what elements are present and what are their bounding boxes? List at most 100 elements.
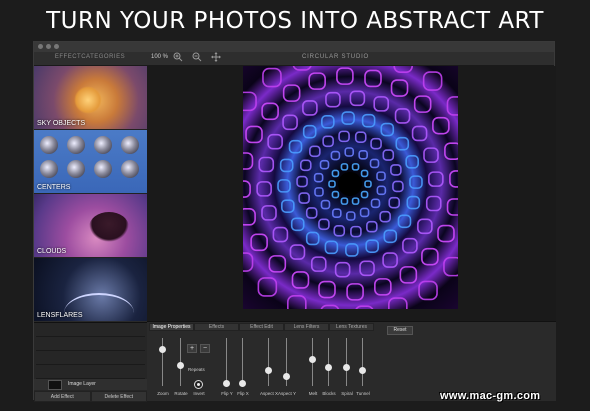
center-thumbnail bbox=[94, 160, 112, 178]
layer-slot[interactable] bbox=[36, 365, 145, 379]
zoom-window-button[interactable] bbox=[54, 44, 59, 49]
center-thumbnail bbox=[94, 136, 112, 154]
art-shape bbox=[277, 179, 291, 193]
tree-thumbnail bbox=[89, 212, 129, 242]
slider-track[interactable] bbox=[268, 338, 269, 386]
reset-button[interactable]: Reset bbox=[387, 326, 413, 335]
art-pattern bbox=[243, 66, 458, 309]
slider-track[interactable] bbox=[242, 338, 243, 386]
tab-effect-edit[interactable]: Effect Edit bbox=[239, 323, 284, 331]
slider-aspect-y[interactable]: Aspect Y bbox=[278, 336, 296, 396]
art-shape bbox=[256, 181, 272, 197]
slider-knob[interactable] bbox=[223, 379, 230, 387]
art-shape bbox=[258, 156, 275, 173]
art-shape bbox=[291, 271, 310, 289]
category-clouds[interactable]: CLOUDS bbox=[34, 194, 147, 257]
slider-knob[interactable] bbox=[265, 366, 272, 374]
art-shape bbox=[319, 159, 330, 170]
art-shape bbox=[411, 125, 428, 142]
slider-track[interactable] bbox=[226, 338, 227, 386]
slider-flip-x[interactable]: Flip X bbox=[235, 336, 251, 396]
art-shape bbox=[308, 72, 326, 90]
zoom-out-icon[interactable] bbox=[192, 52, 202, 65]
slider-rotate[interactable]: Rotate bbox=[173, 336, 189, 396]
slider-melt[interactable]: Melt bbox=[305, 336, 321, 396]
category-label: SKY OBJECTS bbox=[37, 120, 86, 127]
layer-name: Image Layer bbox=[68, 381, 96, 387]
abstract-art-preview[interactable] bbox=[243, 66, 458, 309]
zoom-in-icon[interactable] bbox=[173, 52, 183, 65]
slider-knob[interactable] bbox=[325, 364, 332, 372]
slider-zoom[interactable]: Zoom bbox=[155, 336, 171, 396]
art-shape bbox=[437, 224, 455, 243]
tab-lens-textures[interactable]: Lens Textures bbox=[329, 323, 374, 331]
slider-spiral[interactable]: Spiral bbox=[339, 336, 355, 396]
art-shape bbox=[413, 95, 432, 113]
center-thumbnail bbox=[121, 160, 139, 178]
art-shape bbox=[443, 256, 458, 277]
slider-knob[interactable] bbox=[359, 366, 366, 374]
slider-knob[interactable] bbox=[177, 362, 184, 370]
art-shape bbox=[349, 90, 366, 107]
art-shape bbox=[418, 280, 438, 301]
art-shape bbox=[444, 142, 458, 160]
slider-track[interactable] bbox=[328, 338, 329, 386]
art-shape bbox=[397, 214, 412, 229]
slider-knob[interactable] bbox=[283, 373, 290, 381]
zoom-level[interactable]: 100 % bbox=[151, 54, 168, 60]
slider-aspect-x[interactable]: Aspect X bbox=[260, 336, 278, 396]
art-shape bbox=[322, 135, 334, 148]
art-shape bbox=[331, 169, 340, 178]
close-window-button[interactable] bbox=[38, 44, 43, 49]
layer-slot[interactable] bbox=[36, 351, 145, 365]
repeats-minus-button[interactable]: − bbox=[200, 344, 210, 353]
minimize-window-button[interactable] bbox=[46, 44, 51, 49]
slider-knob[interactable] bbox=[159, 345, 166, 353]
category-sky-objects[interactable]: SKY OBJECTS bbox=[34, 66, 147, 129]
delete-effect-button[interactable]: Delete Effect bbox=[90, 391, 147, 402]
slider-blocks[interactable]: Blocks bbox=[321, 336, 337, 396]
art-shape bbox=[333, 224, 346, 237]
art-shape bbox=[388, 297, 408, 309]
art-shape bbox=[243, 91, 257, 112]
slider-track[interactable] bbox=[346, 338, 347, 386]
art-shape bbox=[351, 197, 360, 205]
headline: TURN YOUR PHOTOS INTO ABSTRACT ART bbox=[46, 8, 544, 34]
invert-toggle[interactable] bbox=[194, 380, 203, 389]
add-effect-button[interactable]: Add Effect bbox=[34, 391, 91, 402]
layer-slot[interactable] bbox=[36, 323, 145, 337]
art-shape bbox=[359, 260, 375, 277]
slider-label: Aspect Y bbox=[278, 391, 296, 396]
slider-flip-y[interactable]: Flip Y bbox=[219, 336, 235, 396]
tab-effects[interactable]: Effects bbox=[194, 323, 239, 331]
art-shape bbox=[341, 111, 355, 125]
layer-slot[interactable] bbox=[36, 337, 145, 351]
slider-track[interactable] bbox=[362, 338, 363, 386]
art-shape bbox=[338, 130, 350, 143]
move-icon[interactable] bbox=[211, 52, 221, 65]
slider-tunnel[interactable]: Tunnel bbox=[355, 336, 371, 396]
slider-label: Flip X bbox=[237, 391, 249, 396]
art-shape bbox=[409, 175, 423, 189]
slider-knob[interactable] bbox=[343, 364, 350, 372]
tab-lens-filters[interactable]: Lens Filters bbox=[284, 323, 329, 331]
art-shape bbox=[373, 96, 390, 112]
art-shape bbox=[267, 133, 283, 150]
canvas-area bbox=[147, 66, 556, 321]
art-shape bbox=[243, 180, 251, 198]
category-centers[interactable]: CENTERS bbox=[34, 130, 147, 193]
art-shape bbox=[243, 208, 256, 226]
art-shape bbox=[370, 137, 382, 150]
art-shape bbox=[287, 295, 307, 309]
layer-item[interactable]: Image Layer bbox=[34, 379, 147, 390]
center-thumbnail bbox=[67, 160, 85, 178]
category-lensflares[interactable]: LENSFLARES bbox=[34, 258, 147, 321]
tab-image-properties[interactable]: Image Properties bbox=[149, 323, 194, 331]
slider-knob[interactable] bbox=[309, 355, 316, 363]
art-shape bbox=[394, 108, 411, 124]
slider-knob[interactable] bbox=[239, 379, 246, 387]
art-shape bbox=[320, 199, 331, 210]
art-center bbox=[338, 172, 362, 196]
art-shape bbox=[345, 243, 359, 257]
sun-thumbnail bbox=[74, 86, 102, 114]
